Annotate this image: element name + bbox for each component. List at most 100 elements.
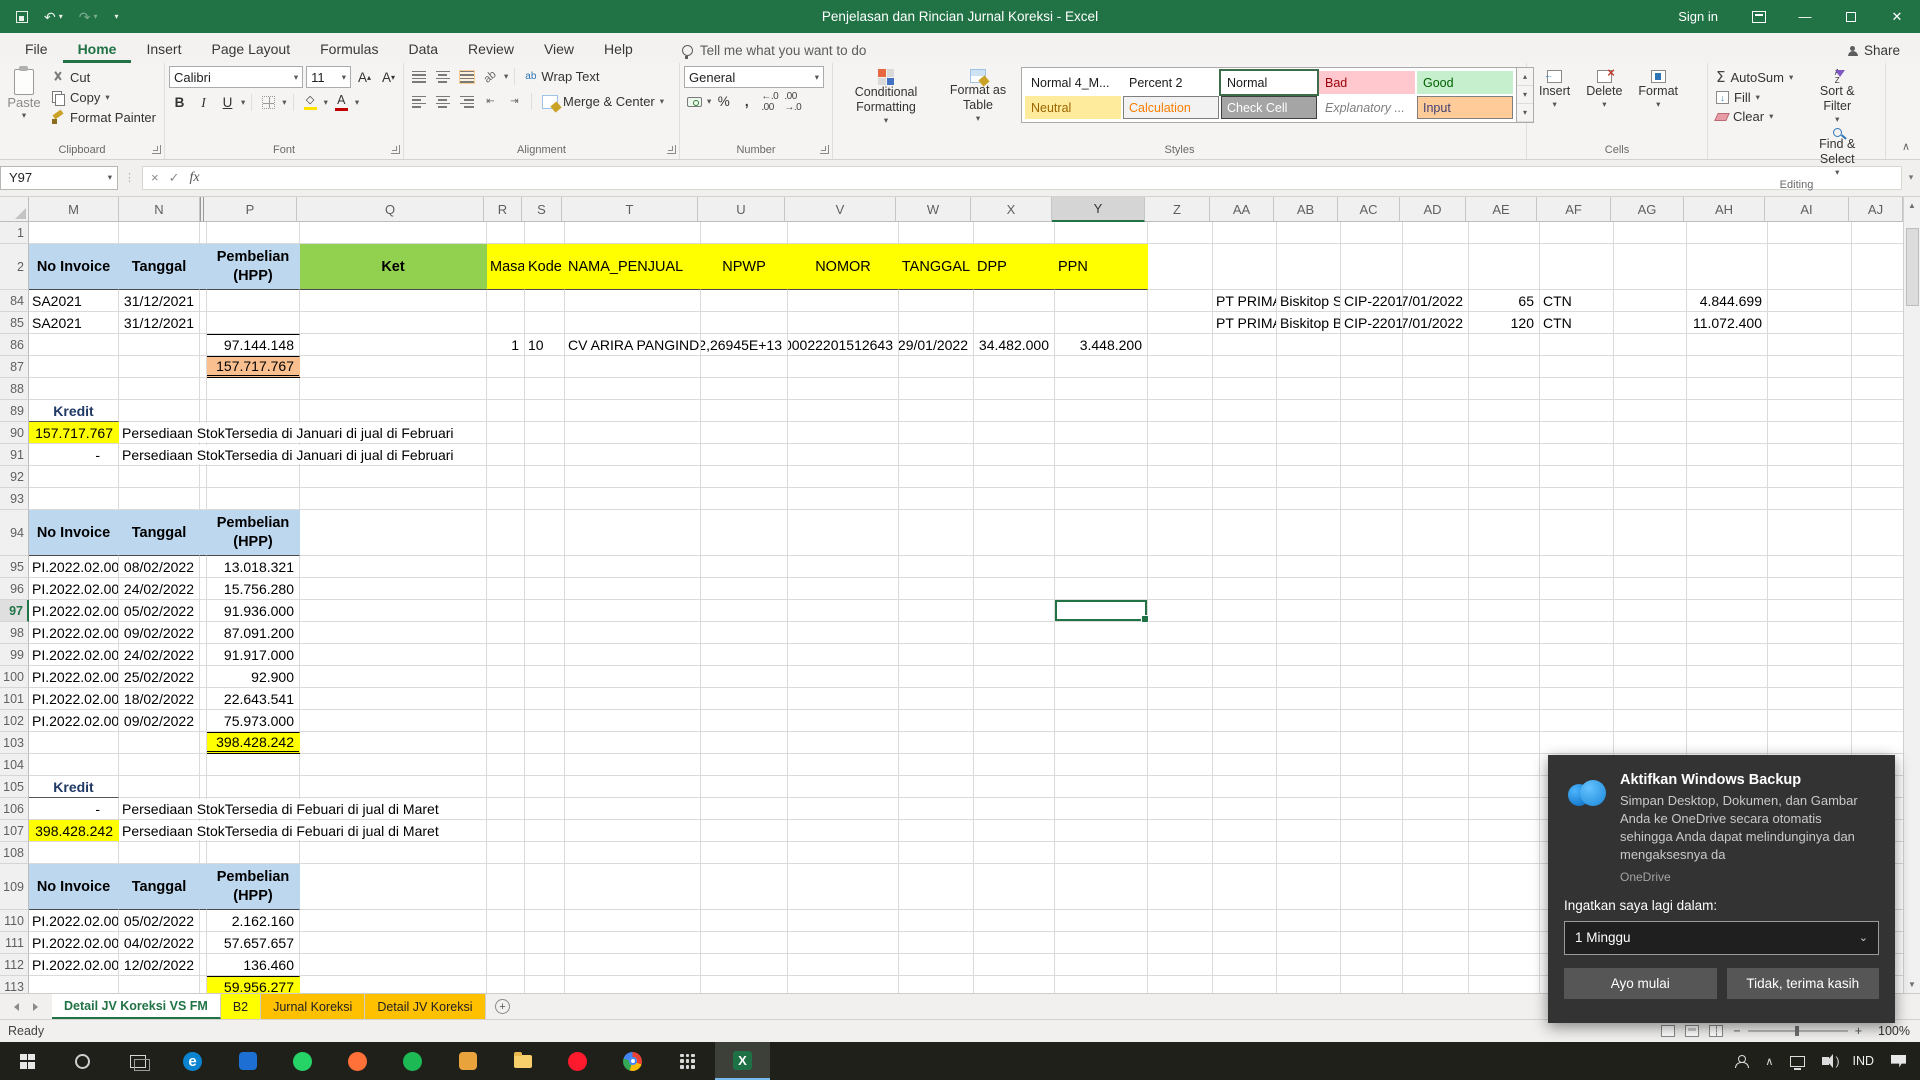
row-header-98[interactable]: 98 — [0, 622, 29, 644]
comma-style-icon[interactable]: , — [736, 91, 757, 112]
cell-AD87[interactable] — [1403, 356, 1469, 378]
cell-AG97[interactable] — [1614, 600, 1687, 622]
firefox-icon[interactable] — [330, 1042, 385, 1080]
cell-AE98[interactable] — [1469, 622, 1540, 644]
cell-AA106[interactable] — [1213, 798, 1277, 820]
cell-AE85[interactable]: 120 — [1469, 312, 1540, 334]
column-header-AG[interactable]: AG — [1611, 197, 1684, 222]
row-header-87[interactable]: 87 — [0, 356, 29, 378]
cell-AB96[interactable] — [1277, 578, 1341, 600]
cell-Z89[interactable] — [1148, 400, 1213, 422]
cell-V105[interactable] — [788, 776, 899, 798]
vertical-scrollbar[interactable]: ▲ ▼ — [1903, 197, 1920, 993]
cell-U88[interactable] — [701, 378, 788, 400]
row-header-1[interactable]: 1 — [0, 222, 29, 244]
increase-decimal-icon[interactable]: ←.0.00 — [759, 91, 780, 112]
cell-X100[interactable] — [974, 666, 1055, 688]
cancel-formula-icon[interactable]: × — [151, 170, 159, 185]
cell-N113[interactable] — [119, 976, 200, 993]
cell-Y105[interactable] — [1055, 776, 1148, 798]
cell-Q85[interactable] — [300, 312, 487, 334]
cell-N85[interactable]: 31/12/2021 — [119, 312, 200, 334]
sheet-tab-detail-jv-koreksi[interactable]: Detail JV Koreksi — [365, 994, 485, 1019]
cell-S89[interactable] — [525, 400, 565, 422]
cell-AI98[interactable] — [1768, 622, 1852, 644]
cell-AB85[interactable]: Biskitop Bu — [1277, 312, 1341, 334]
cell-AF99[interactable] — [1540, 644, 1614, 666]
cell-O98[interactable] — [200, 622, 207, 644]
cell-AJ84[interactable] — [1852, 290, 1906, 312]
cell-Q109[interactable] — [300, 864, 487, 910]
cell-P95[interactable]: 13.018.321 — [207, 556, 300, 578]
sort-filter-button[interactable]: AZSort & Filter▾ — [1805, 66, 1869, 124]
cell-AE97[interactable] — [1469, 600, 1540, 622]
cell-AC1[interactable] — [1341, 222, 1403, 244]
cell-Y84[interactable] — [1055, 290, 1148, 312]
cell-Z110[interactable] — [1148, 910, 1213, 932]
cell-N88[interactable] — [119, 378, 200, 400]
cell-O110[interactable] — [200, 910, 207, 932]
row-header-97[interactable]: 97 — [0, 600, 29, 622]
cell-X108[interactable] — [974, 842, 1055, 864]
cell-R96[interactable] — [487, 578, 525, 600]
cell-N100[interactable]: 25/02/2022 — [119, 666, 200, 688]
cell-W100[interactable] — [899, 666, 974, 688]
cell-S102[interactable] — [525, 710, 565, 732]
cell-AI99[interactable] — [1768, 644, 1852, 666]
cell-T92[interactable] — [565, 466, 701, 488]
cell-S97[interactable] — [525, 600, 565, 622]
cell-AH2[interactable] — [1687, 244, 1768, 290]
cell-Z87[interactable] — [1148, 356, 1213, 378]
cell-AA110[interactable] — [1213, 910, 1277, 932]
edge-icon[interactable]: e — [165, 1042, 220, 1080]
cell-N108[interactable] — [119, 842, 200, 864]
cell-M106[interactable]: - — [29, 798, 119, 820]
cell-W89[interactable] — [899, 400, 974, 422]
cell-X84[interactable] — [974, 290, 1055, 312]
clipboard-dialog-launcher-icon[interactable] — [152, 145, 161, 154]
cell-Z111[interactable] — [1148, 932, 1213, 954]
cell-V102[interactable] — [788, 710, 899, 732]
cell-R95[interactable] — [487, 556, 525, 578]
cell-AB109[interactable] — [1277, 864, 1341, 910]
cell-AJ93[interactable] — [1852, 488, 1906, 510]
decrease-decimal-icon[interactable]: .00→.0 — [782, 91, 803, 112]
minimize-button[interactable]: — — [1782, 0, 1828, 33]
cell-AI87[interactable] — [1768, 356, 1852, 378]
cell-Y86[interactable]: 3.448.200 — [1055, 334, 1148, 356]
cell-P89[interactable] — [207, 400, 300, 422]
cell-AG88[interactable] — [1614, 378, 1687, 400]
cell-AD90[interactable] — [1403, 422, 1469, 444]
cell-S2[interactable]: Kode — [525, 244, 565, 290]
bottom-align-icon[interactable] — [456, 66, 477, 87]
row-header-102[interactable]: 102 — [0, 710, 29, 732]
cell-V109[interactable] — [788, 864, 899, 910]
cell-W101[interactable] — [899, 688, 974, 710]
cell-O1[interactable] — [200, 222, 207, 244]
cell-AG93[interactable] — [1614, 488, 1687, 510]
cell-W104[interactable] — [899, 754, 974, 776]
cell-AG99[interactable] — [1614, 644, 1687, 666]
cell-O85[interactable] — [200, 312, 207, 334]
underline-button[interactable]: U — [217, 92, 238, 113]
cell-R110[interactable] — [487, 910, 525, 932]
middle-align-icon[interactable] — [432, 66, 453, 87]
cell-Y85[interactable] — [1055, 312, 1148, 334]
cell-R87[interactable] — [487, 356, 525, 378]
cell-M94[interactable]: No Invoice — [29, 510, 119, 556]
cell-O103[interactable] — [200, 732, 207, 754]
cell-AB98[interactable] — [1277, 622, 1341, 644]
cell-AB95[interactable] — [1277, 556, 1341, 578]
cell-AB90[interactable] — [1277, 422, 1341, 444]
cell-Y99[interactable] — [1055, 644, 1148, 666]
cell-Z93[interactable] — [1148, 488, 1213, 510]
tell-me-box[interactable]: Tell me what you want to do — [682, 43, 867, 63]
cell-V106[interactable] — [788, 798, 899, 820]
cell-AG96[interactable] — [1614, 578, 1687, 600]
cell-AI1[interactable] — [1768, 222, 1852, 244]
insert-cells-button[interactable]: Insert▾ — [1531, 66, 1578, 110]
sheet-tab-b2[interactable]: B2 — [221, 994, 261, 1019]
cell-R1[interactable] — [487, 222, 525, 244]
cell-N105[interactable] — [119, 776, 200, 798]
cell-W111[interactable] — [899, 932, 974, 954]
